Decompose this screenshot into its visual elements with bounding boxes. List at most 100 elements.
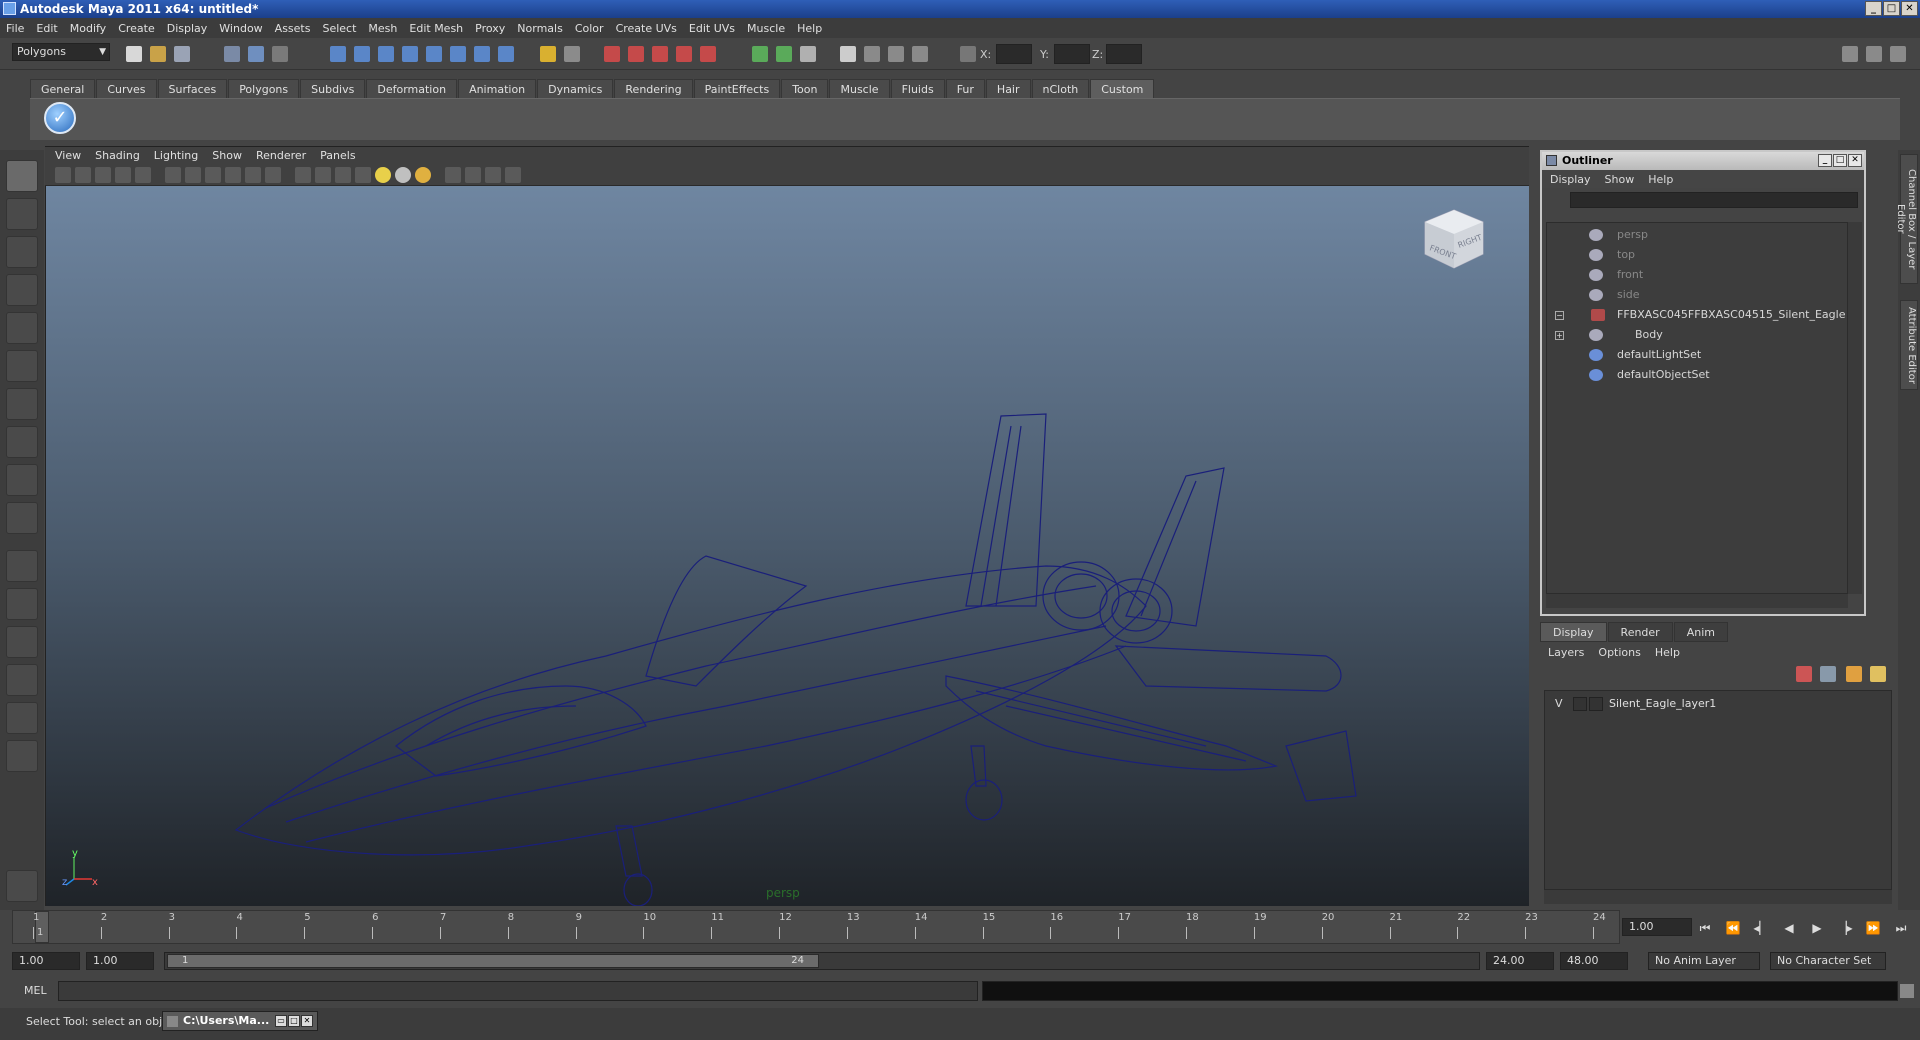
render-view-icon[interactable] <box>888 46 904 62</box>
universal-manipulator-icon[interactable] <box>6 388 38 420</box>
step-back-frame-icon[interactable]: ◂▏ <box>1752 920 1770 936</box>
checkmark-icon[interactable]: ✓ <box>44 102 76 134</box>
outliner-item[interactable]: persp <box>1547 225 1847 245</box>
outliner-title-bar[interactable]: Outliner _ □ ✕ <box>1542 152 1864 170</box>
animation-start-field[interactable]: 1.00 <box>12 952 80 970</box>
shelf-tab-general[interactable]: General <box>30 79 96 98</box>
viewport-menu-shading[interactable]: Shading <box>95 149 140 162</box>
shelf-tab-fluids[interactable]: Fluids <box>890 79 945 98</box>
batch-render-icon[interactable] <box>912 46 928 62</box>
persp-graph-hypergraph-layout-icon[interactable] <box>6 740 38 772</box>
menu-create-uvs[interactable]: Create UVs <box>610 22 683 35</box>
playback-end-field[interactable]: 24.00 <box>1486 952 1554 970</box>
snap-point-icon[interactable] <box>378 46 394 62</box>
new-scene-icon[interactable] <box>126 46 142 62</box>
field-chart-icon[interactable] <box>205 167 221 183</box>
shelf-tab-curves[interactable]: Curves <box>96 79 157 98</box>
quick-layout-icon[interactable] <box>6 870 38 902</box>
outliner-item[interactable]: + Body <box>1547 325 1847 345</box>
soft-mod-tool-icon[interactable] <box>6 426 38 458</box>
shelf-tab-subdivs[interactable]: Subdivs <box>300 79 366 98</box>
expand-icon[interactable]: + <box>1555 331 1564 340</box>
shelf-tab-polygons[interactable]: Polygons <box>228 79 300 98</box>
menu-edit-uvs[interactable]: Edit UVs <box>683 22 741 35</box>
shelf-tab-rendering[interactable]: Rendering <box>614 79 693 98</box>
layer-menu-layers[interactable]: Layers <box>1548 646 1584 659</box>
new-layer-from-selected-icon[interactable] <box>1820 666 1836 682</box>
shelf-tab-fur[interactable]: Fur <box>945 79 985 98</box>
move-selected-up-icon[interactable] <box>1846 666 1862 682</box>
select-object-icon[interactable] <box>248 46 264 62</box>
xray-joints-icon[interactable] <box>465 167 481 183</box>
grid-icon[interactable] <box>165 167 181 183</box>
single-perspective-layout-icon[interactable] <box>6 550 38 582</box>
step-forward-key-icon[interactable]: ⏩ <box>1864 920 1882 936</box>
layer-menu-options[interactable]: Options <box>1598 646 1640 659</box>
shelf-tab-animation[interactable]: Animation <box>458 79 537 98</box>
viewcube[interactable]: FRONT RIGHT <box>1419 206 1489 279</box>
paint-select-tool-icon[interactable] <box>6 236 38 268</box>
all-lights-icon[interactable] <box>395 167 411 183</box>
magnet-snap-icon[interactable] <box>604 46 620 62</box>
select-hierarchy-icon[interactable] <box>224 46 240 62</box>
wireframe-on-shaded-icon[interactable] <box>335 167 351 183</box>
tab-attribute-editor[interactable]: Attribute Editor <box>1900 300 1918 390</box>
time-slider[interactable]: 1 1 2 3 4 5 6 7 8 9 10 11 12 13 14 15 16 17 18 19 20 21 22 23 2… <box>12 910 1620 944</box>
menu-select[interactable]: Select <box>316 22 362 35</box>
snap-curve-icon[interactable] <box>354 46 370 62</box>
maximize-button[interactable]: □ <box>288 1015 300 1027</box>
xray-icon[interactable] <box>355 167 371 183</box>
minimized-window[interactable]: C:\Users\Ma... ▭ □ ✕ <box>162 1011 318 1031</box>
menu-file[interactable]: File <box>0 22 30 35</box>
outliner-item[interactable]: front <box>1547 265 1847 285</box>
play-forward-icon[interactable]: ▶ <box>1808 920 1826 936</box>
menu-muscle[interactable]: Muscle <box>741 22 791 35</box>
menu-modify[interactable]: Modify <box>64 22 112 35</box>
go-to-start-icon[interactable]: ⏮ <box>1696 920 1714 936</box>
wireframe-icon[interactable] <box>295 167 311 183</box>
bookmark-icon[interactable] <box>95 167 111 183</box>
viewport-menu-lighting[interactable]: Lighting <box>154 149 198 162</box>
shelf-tab-toon[interactable]: Toon <box>781 79 829 98</box>
anim-layer-selector[interactable]: No Anim Layer <box>1648 952 1760 970</box>
scale-tool-icon[interactable] <box>6 350 38 382</box>
save-scene-icon[interactable] <box>174 46 190 62</box>
open-scene-icon[interactable] <box>150 46 166 62</box>
layer-tab-anim[interactable]: Anim <box>1673 622 1728 642</box>
range-slider-bar[interactable]: 1 24 <box>167 954 819 968</box>
character-set-selector[interactable]: No Character Set <box>1770 952 1886 970</box>
history-icon[interactable] <box>450 46 466 62</box>
animation-end-field[interactable]: 48.00 <box>1560 952 1628 970</box>
viewport-menu-panels[interactable]: Panels <box>320 149 355 162</box>
layer-tab-render[interactable]: Render <box>1607 622 1673 642</box>
script-editor-icon[interactable] <box>1900 984 1914 998</box>
layer-playback-toggle[interactable] <box>1573 697 1587 711</box>
select-component-icon[interactable] <box>272 46 288 62</box>
z-coord-field[interactable] <box>1106 44 1142 64</box>
layer-menu-help[interactable]: Help <box>1655 646 1680 659</box>
shelf-tab-hair[interactable]: Hair <box>985 79 1031 98</box>
persp-graph-layout-icon[interactable] <box>6 664 38 696</box>
magnet-curve-icon[interactable] <box>628 46 644 62</box>
go-to-end-icon[interactable]: ⏭ <box>1892 920 1910 936</box>
minimize-button[interactable]: _ <box>1865 1 1882 16</box>
menu-help[interactable]: Help <box>791 22 828 35</box>
close-button[interactable]: ✕ <box>301 1015 313 1027</box>
layer-visibility-toggle[interactable]: V <box>1555 695 1569 713</box>
tab-channel-box-layer-editor[interactable]: Channel Box / Layer Editor <box>1895 154 1918 284</box>
viewport-menu-show[interactable]: Show <box>212 149 242 162</box>
range-slider-track[interactable]: 1 24 <box>164 952 1480 970</box>
four-view-layout-icon[interactable] <box>6 588 38 620</box>
menu-set-selector[interactable]: Polygons ▼ <box>12 43 110 61</box>
collapse-icon[interactable]: − <box>1555 311 1564 320</box>
menu-color[interactable]: Color <box>569 22 610 35</box>
step-back-key-icon[interactable]: ⏪ <box>1724 920 1742 936</box>
snap-live-icon[interactable] <box>426 46 442 62</box>
safe-action-icon[interactable] <box>225 167 241 183</box>
outliner-horizontal-scrollbar[interactable] <box>1546 594 1848 608</box>
outliner-search-input[interactable] <box>1570 192 1858 208</box>
lock-icon[interactable] <box>540 46 556 62</box>
shelf-tab-dynamics[interactable]: Dynamics <box>537 79 614 98</box>
resolution-gate-icon[interactable] <box>135 167 151 183</box>
snap-plane-icon[interactable] <box>402 46 418 62</box>
